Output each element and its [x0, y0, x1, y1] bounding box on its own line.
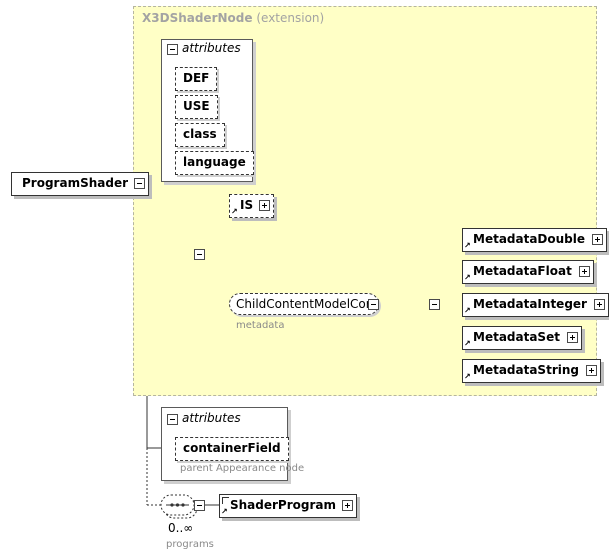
- metadata-string-label: MetadataString: [473, 363, 579, 377]
- expand-icon[interactable]: [342, 500, 353, 511]
- attribute-def[interactable]: DEF: [175, 67, 218, 91]
- expand-icon[interactable]: [585, 365, 597, 376]
- child-content-model-group[interactable]: ChildContentModelCore: [229, 293, 379, 315]
- metadata-string-element[interactable]: ↗ MetadataString: [462, 359, 601, 383]
- attribute-language[interactable]: language: [175, 151, 254, 175]
- metadata-double-label: MetadataDouble: [473, 232, 586, 246]
- is-element[interactable]: ↗ IS: [229, 194, 275, 218]
- collapse-icon[interactable]: [167, 44, 178, 55]
- shader-program-details-icon: [222, 497, 229, 504]
- collapse-icon[interactable]: [194, 500, 205, 511]
- expand-icon[interactable]: [566, 332, 578, 343]
- child-content-model-note: metadata: [236, 320, 285, 331]
- metadata-integer-element[interactable]: ↗ MetadataInteger: [462, 293, 609, 317]
- attribute-use[interactable]: USE: [175, 95, 218, 119]
- is-element-label: IS: [240, 198, 254, 212]
- attribute-container-field[interactable]: containerField: [175, 437, 289, 461]
- programs-note: programs: [166, 539, 214, 550]
- collapse-icon[interactable]: [134, 178, 145, 189]
- reference-arrow-icon: ↗: [464, 339, 471, 348]
- metadata-integer-label: MetadataInteger: [473, 297, 587, 311]
- shader-program-element[interactable]: ↗ ShaderProgram: [219, 494, 357, 518]
- root-element[interactable]: ProgramShader: [11, 172, 149, 196]
- expand-icon[interactable]: [593, 299, 605, 310]
- metadata-set-element[interactable]: ↗ MetadataSet: [462, 326, 582, 350]
- reference-arrow-icon: ↗: [464, 241, 471, 250]
- metadata-float-element[interactable]: ↗ MetadataFloat: [462, 260, 594, 284]
- expand-icon[interactable]: [259, 200, 271, 211]
- reference-arrow-icon: ↗: [464, 372, 471, 381]
- expand-icon[interactable]: [592, 234, 604, 245]
- collapse-icon[interactable]: [368, 299, 379, 310]
- collapse-icon[interactable]: [194, 249, 205, 260]
- reference-arrow-icon: ↗: [464, 273, 471, 282]
- attributes-group-title: attributes: [182, 41, 241, 55]
- collapse-icon[interactable]: [167, 414, 178, 425]
- collapse-icon[interactable]: [429, 299, 440, 310]
- root-element-label: ProgramShader: [22, 176, 128, 190]
- reference-arrow-icon: ↗: [221, 507, 228, 516]
- attributes-group-title: attributes: [182, 411, 241, 425]
- metadata-float-label: MetadataFloat: [473, 264, 572, 278]
- extension-title: X3DShaderNode (extension): [142, 11, 324, 25]
- extension-label: (extension): [256, 11, 325, 25]
- expand-icon[interactable]: [578, 266, 590, 277]
- metadata-set-label: MetadataSet: [473, 330, 560, 344]
- child-content-model-label: ChildContentModelCore: [236, 297, 378, 311]
- attribute-class[interactable]: class: [175, 123, 225, 147]
- sequence-compositor-repeating: [160, 494, 198, 519]
- extension-name: X3DShaderNode: [142, 11, 253, 25]
- metadata-double-element[interactable]: ↗ MetadataDouble: [462, 228, 608, 252]
- reference-arrow-icon: ↗: [231, 207, 238, 216]
- shader-program-label: ShaderProgram: [230, 498, 336, 512]
- attributes-bottom-note: parent Appearance node: [180, 463, 305, 474]
- programs-cardinality: 0..∞: [168, 521, 194, 535]
- reference-arrow-icon: ↗: [464, 306, 471, 315]
